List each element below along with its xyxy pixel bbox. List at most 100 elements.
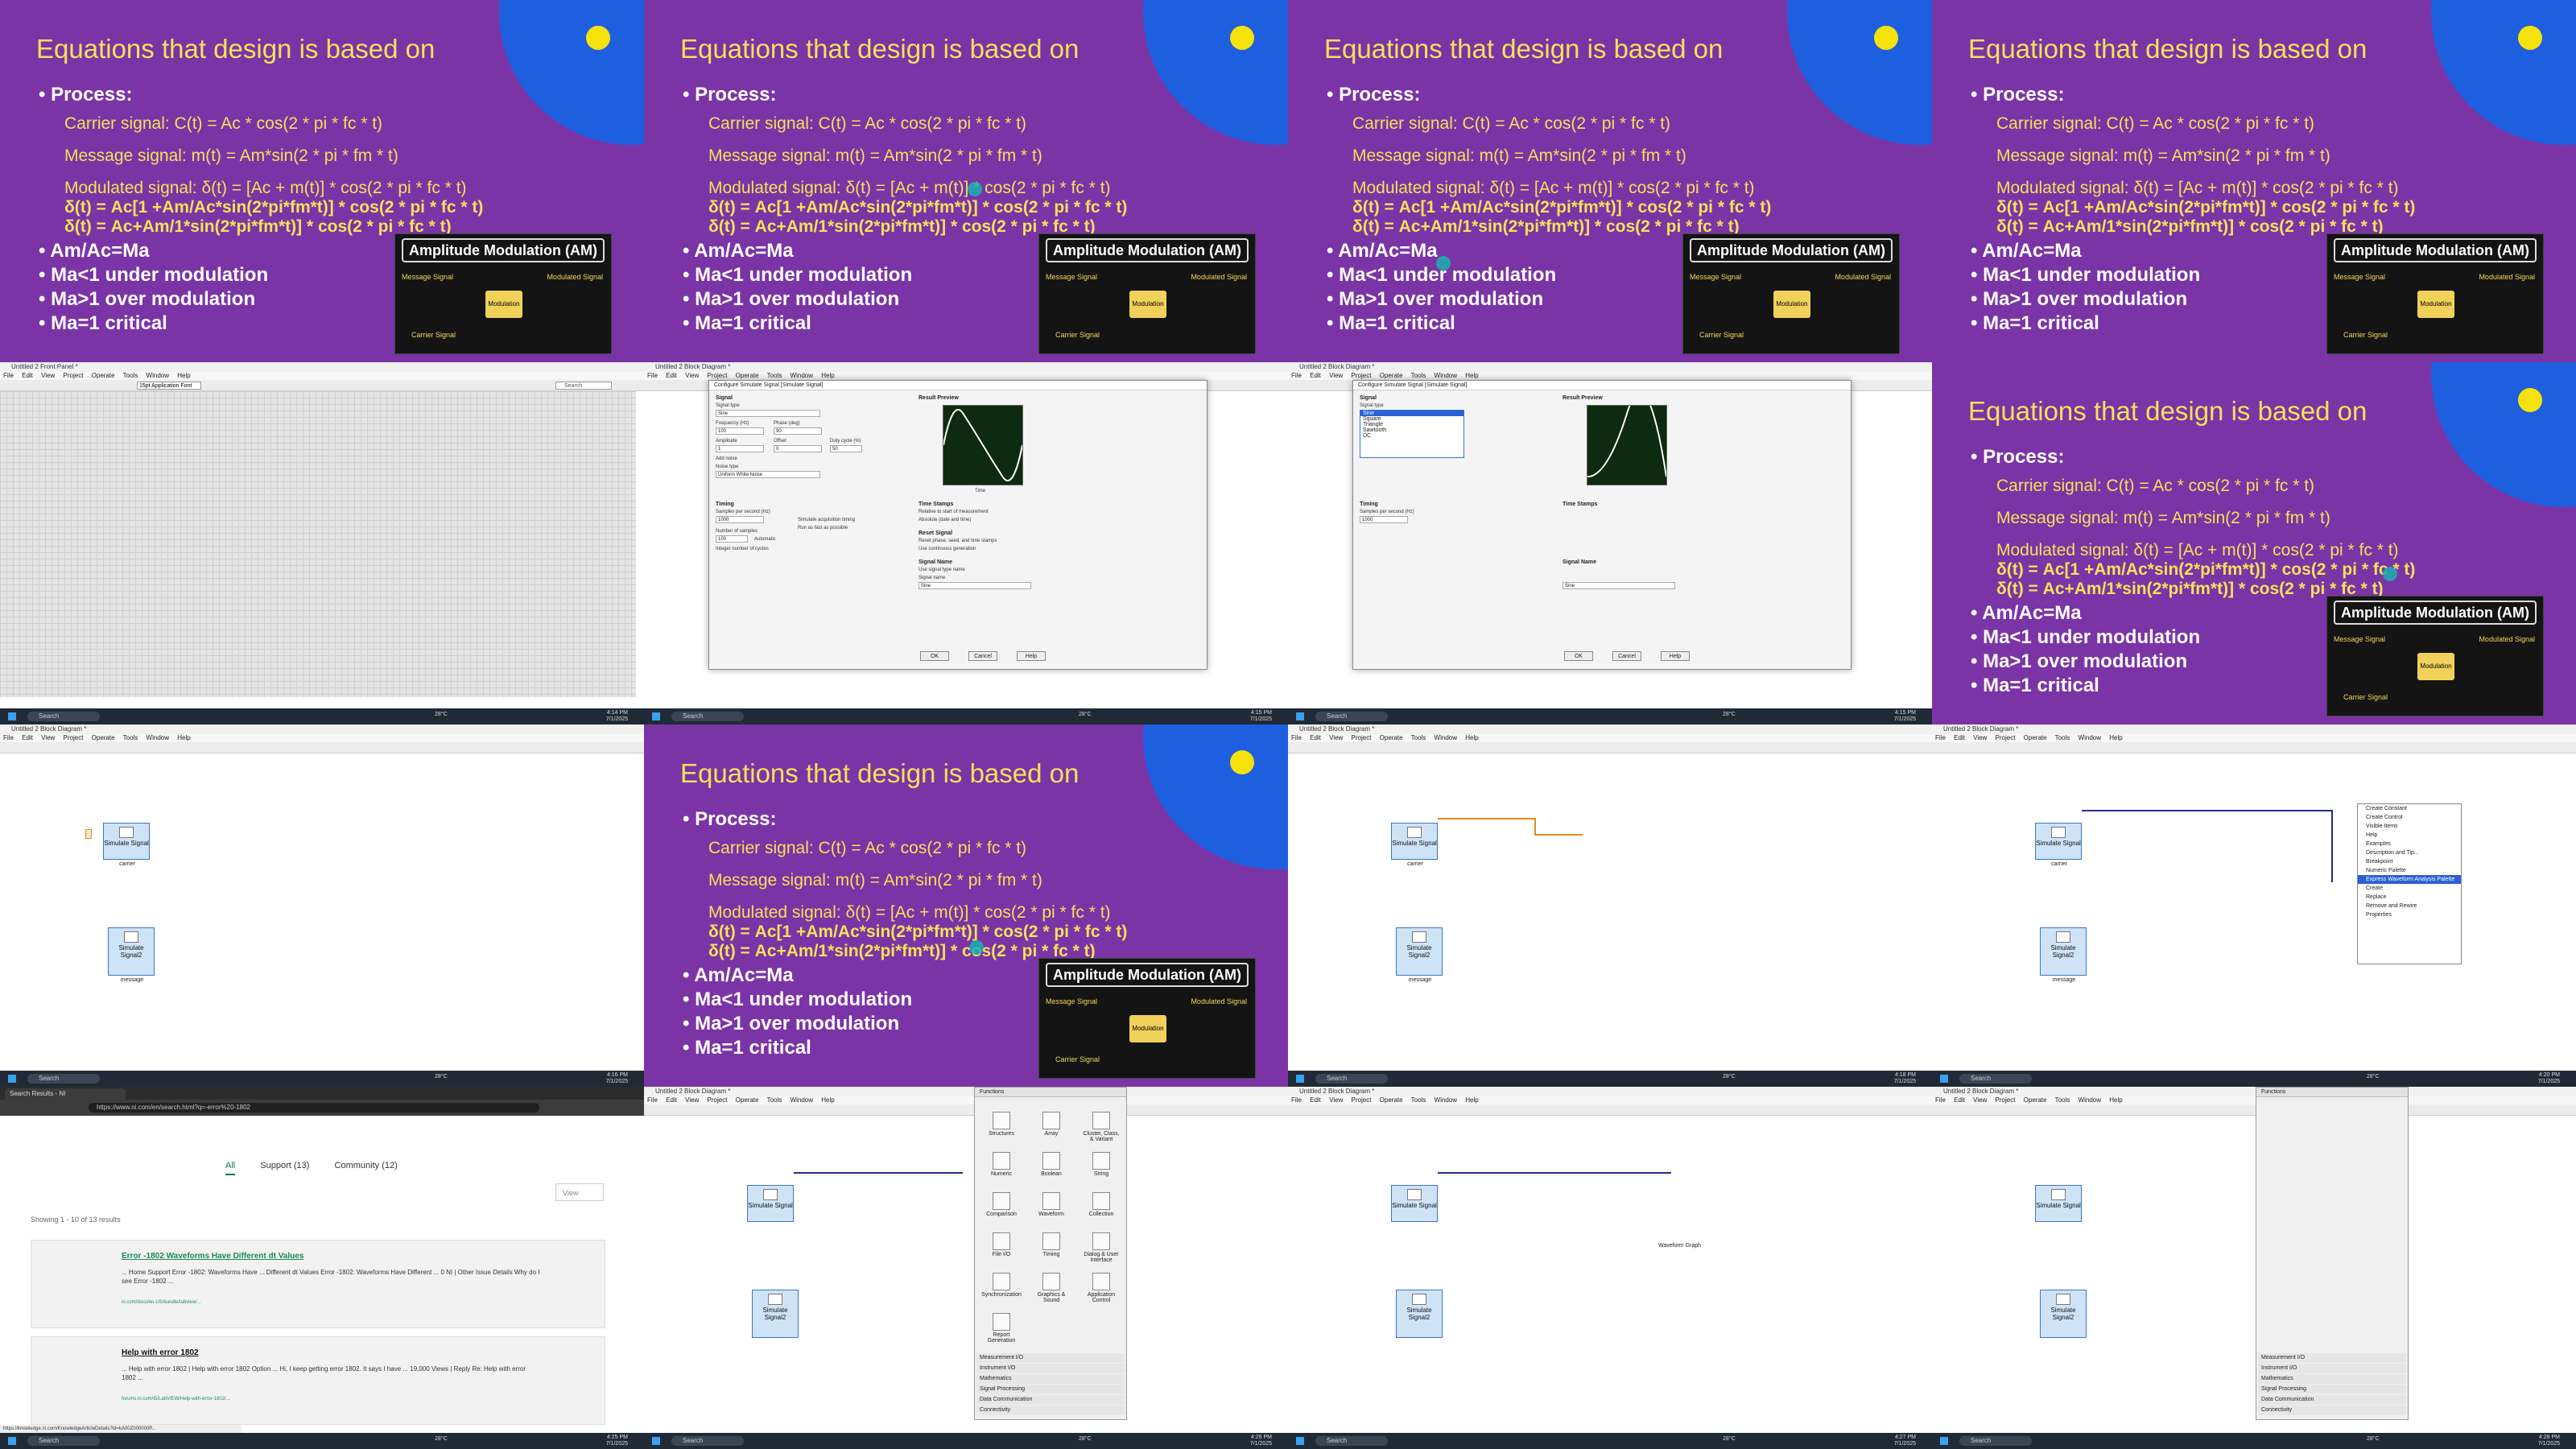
signal-name-input[interactable]: Sine [919,582,1031,589]
palette-item[interactable]: Report Generation [981,1313,1022,1344]
result-title[interactable]: Help with error 1802 [122,1348,199,1357]
windows-icon[interactable] [652,712,660,720]
wire[interactable] [1438,818,1534,819]
browser-tab[interactable]: Search Results - NI [5,1088,126,1100]
simulate-signal-node[interactable]: Simulate Signal2 message [108,927,155,983]
taskbar-search[interactable]: Search [1959,1074,2032,1084]
toolbar[interactable] [1932,1104,2576,1116]
signal-type-dropdown[interactable]: Sine Square Triangle Sawtooth DC [1360,410,1464,458]
offset-input[interactable]: 0 [774,445,822,452]
simulate-signal-node[interactable]: Simulate Signal2 [752,1290,799,1338]
menu-bar[interactable]: File Edit View Project Operate Tools Win… [1288,734,1932,742]
result-title[interactable]: Error -1802 Waveforms Have Different dt … [122,1252,303,1261]
palette-item[interactable]: Array [1031,1112,1071,1137]
menu-bar[interactable]: File Edit View Project Operate Tools Win… [644,372,1288,380]
wire[interactable] [1534,834,1583,836]
palette-item[interactable]: Numeric [981,1152,1022,1177]
menu-item[interactable]: Breakpoint [2358,857,2461,866]
palette-category[interactable]: Connectivity [2258,1406,2406,1415]
search-input[interactable]: Search [555,382,612,390]
simulate-signal-node[interactable]: Simulate Signal2 message [2040,927,2087,983]
numeric-control[interactable] [85,829,92,839]
menu-item[interactable]: Properties [2358,910,2461,919]
wire[interactable] [794,1172,963,1174]
menu-bar[interactable]: File Edit View Project Operate Tools Win… [1932,734,2576,742]
palette-item[interactable]: Cluster, Class, & Variant [1081,1112,1121,1142]
tab-community[interactable]: Community (12) [335,1161,398,1170]
taskbar-search[interactable]: Search [1315,712,1388,721]
signal-name-input[interactable]: Sine [1563,582,1675,589]
palette-category[interactable]: Signal Processing [976,1385,1125,1394]
simulate-signal-node[interactable]: Simulate Signal [2035,1185,2082,1222]
palette-category[interactable]: Data Communication [2258,1395,2406,1405]
windows-icon[interactable] [8,1437,16,1445]
palette-category[interactable]: Measurement I/O [976,1353,1125,1363]
menu-item[interactable]: Numeric Palette [2358,866,2461,875]
palette-category[interactable]: Measurement I/O [2258,1353,2406,1363]
palette-item[interactable]: Graphics & Sound [1031,1273,1071,1303]
toolbar[interactable] [0,380,644,391]
menu-bar[interactable]: File Edit View Project Operate Tools Win… [1288,372,1932,380]
palette-item[interactable]: Waveform [1031,1192,1071,1217]
palette-item[interactable]: File I/O [981,1232,1022,1257]
palette-item[interactable]: Timing [1031,1232,1071,1257]
wire[interactable] [2331,810,2333,882]
frequency-input[interactable]: 100 [716,427,764,435]
taskbar-search[interactable]: Search [671,712,744,721]
simulate-signal-node[interactable]: Simulate Signal [747,1185,794,1222]
dropdown-option[interactable]: Sawtooth [1360,427,1463,433]
menu-item[interactable]: Create Constant [2358,804,2461,813]
wire[interactable] [1438,1172,1671,1174]
front-panel-grid[interactable] [0,391,636,697]
search-result[interactable]: Error -1802 Waveforms Have Different dt … [31,1240,605,1328]
palette-category[interactable]: Mathematics [2258,1374,2406,1384]
run-fast-radio[interactable]: Run as fast as possible [798,526,848,530]
toolbar[interactable] [1288,742,1932,753]
address-bar[interactable]: https://www.ni.com/en/search.html?q=-err… [89,1103,539,1113]
menu-item-highlighted[interactable]: Express Waveform Analysis Palette [2358,875,2461,884]
help-button[interactable]: Help [1661,651,1690,661]
toolbar[interactable] [1932,742,2576,753]
absolute-radio[interactable]: Absolute (date and time) [919,518,971,522]
samples-input[interactable]: 1000 [1360,516,1408,523]
taskbar-search[interactable]: Search [1959,1436,2032,1446]
num-samples-input[interactable]: 100 [716,535,748,543]
noise-type-select[interactable]: Uniform White Noise [716,471,820,478]
add-noise-checkbox[interactable]: Add noise [716,456,737,461]
palette-item[interactable]: Synchronization [981,1273,1022,1298]
continuous-radio[interactable]: Use continuous generation [919,547,976,551]
menu-item[interactable]: Help [2358,831,2461,840]
windows-icon[interactable] [1296,1437,1304,1445]
phase-input[interactable]: 90 [774,427,822,435]
simulate-signal-node[interactable]: Simulate Signal2 [2040,1290,2087,1338]
windows-icon[interactable] [1940,1437,1948,1445]
menu-bar[interactable]: File Edit View Project Operate Tools Win… [0,372,644,380]
simulate-timing-radio[interactable]: Simulate acquisition timing [798,518,855,522]
simulate-signal-node[interactable]: Simulate Signal [1391,1185,1438,1222]
simulate-signal-node[interactable]: Simulate Signal2 [1396,1290,1443,1338]
view-dropdown[interactable]: View [555,1183,604,1201]
taskbar-search[interactable]: Search [671,1436,744,1446]
duty-input[interactable]: 50 [830,445,862,452]
toolbar[interactable] [1288,1104,1932,1116]
taskbar-search[interactable]: Search [1315,1074,1388,1084]
palette-category[interactable]: Instrument I/O [976,1364,1125,1373]
palette-category[interactable]: Mathematics [976,1374,1125,1384]
menu-item[interactable]: Remove and Rewire [2358,902,2461,910]
tab-support[interactable]: Support (13) [260,1161,309,1170]
help-button[interactable]: Help [1017,651,1046,661]
palette-category[interactable]: Instrument I/O [2258,1364,2406,1373]
windows-icon[interactable] [1940,1075,1948,1083]
palette-item[interactable]: Comparison [981,1192,1022,1217]
tab-all[interactable]: All [225,1161,236,1175]
search-result[interactable]: Help with error 1802 ... Help with error… [31,1336,605,1425]
palette-item[interactable]: String [1081,1152,1121,1177]
integer-cycles-checkbox[interactable]: Integer number of cycles [716,547,769,551]
menu-item[interactable]: Examples [2358,840,2461,848]
samples-input[interactable]: 1000 [716,516,764,523]
palette-category[interactable]: Signal Processing [2258,1385,2406,1394]
palette-item[interactable]: Boolean [1031,1152,1071,1177]
toolbar[interactable] [644,1104,1288,1116]
relative-radio[interactable]: Relative to start of measurement [919,510,989,514]
simulate-signal-node[interactable]: Simulate Signal carrier [2035,823,2082,867]
